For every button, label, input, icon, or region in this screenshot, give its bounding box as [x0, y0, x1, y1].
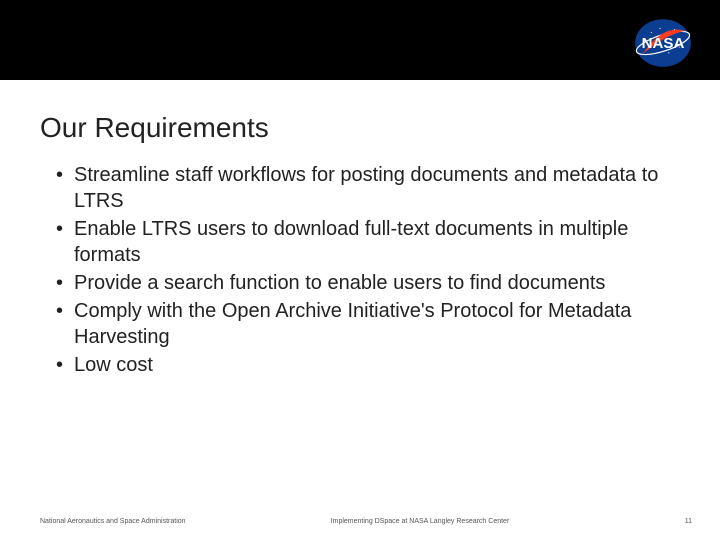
- bullet-list: Streamline staff workflows for posting d…: [56, 162, 666, 378]
- list-item: Provide a search function to enable user…: [56, 270, 666, 296]
- footer-center: Implementing DSpace at NASA Langley Rese…: [0, 518, 720, 525]
- top-bar: NASA: [0, 0, 720, 80]
- list-item: Low cost: [56, 352, 666, 378]
- slide-body: Streamline staff workflows for posting d…: [56, 162, 666, 380]
- slide: NASA Our Requirements Streamline staff w…: [0, 0, 720, 540]
- slide-title: Our Requirements: [40, 112, 269, 144]
- page-number: 11: [685, 518, 692, 525]
- list-item: Streamline staff workflows for posting d…: [56, 162, 666, 214]
- svg-text:NASA: NASA: [642, 35, 685, 52]
- nasa-logo-icon: NASA: [634, 18, 692, 68]
- list-item: Comply with the Open Archive Initiative'…: [56, 298, 666, 350]
- list-item: Enable LTRS users to download full-text …: [56, 216, 666, 268]
